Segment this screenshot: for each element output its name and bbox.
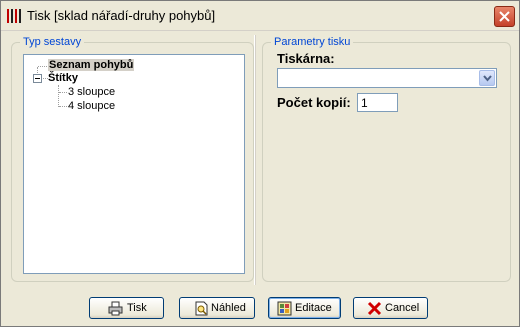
printer-label: Tiskárna: <box>277 51 335 66</box>
edit-button-label: Editace <box>295 302 332 314</box>
report-type-legend: Typ sestavy <box>20 36 85 48</box>
tree-item-4-sloupce[interactable]: 4 sloupce <box>68 100 115 112</box>
chevron-down-icon <box>483 75 492 82</box>
cancel-button-label: Cancel <box>385 302 420 314</box>
printer-select[interactable] <box>277 68 497 88</box>
close-icon <box>499 11 510 22</box>
tree-connector <box>59 106 67 107</box>
report-type-tree[interactable]: Seznam pohybů Štítky 3 sloupce 4 sloupce <box>23 54 245 274</box>
print-button-label: Tisk <box>127 302 147 314</box>
edit-button[interactable]: Editace <box>268 297 341 319</box>
tree-item-seznam-pohybu[interactable]: Seznam pohybů <box>48 59 135 71</box>
print-dialog: Tisk [sklad nářadí-druhy pohybů] Typ ses… <box>0 0 520 327</box>
edit-icon <box>277 301 292 316</box>
copies-input[interactable]: 1 <box>357 93 398 112</box>
print-params-legend: Parametry tisku <box>271 36 354 48</box>
title-bar: Tisk [sklad nářadí-druhy pohybů] <box>1 1 519 31</box>
window-title: Tisk [sklad nářadí-druhy pohybů] <box>27 8 216 23</box>
tree-item-3-sloupce[interactable]: 3 sloupce <box>68 86 115 98</box>
panel-divider <box>254 35 256 285</box>
printer-dropdown-button[interactable] <box>479 70 495 86</box>
close-button[interactable] <box>494 6 515 27</box>
tree-connector <box>37 67 38 73</box>
print-button[interactable]: Tisk <box>89 297 164 319</box>
copies-label: Počet kopií: <box>277 95 351 110</box>
tree-connector <box>59 92 67 93</box>
tree-connector <box>58 85 59 107</box>
tree-collapse-toggle[interactable] <box>33 74 42 83</box>
preview-button-label: Náhled <box>211 302 246 314</box>
tree-item-stitky[interactable]: Štítky <box>48 72 78 84</box>
preview-button[interactable]: Náhled <box>179 297 255 319</box>
printer-icon <box>108 301 123 316</box>
cancel-icon <box>367 301 382 316</box>
cancel-button[interactable]: Cancel <box>353 297 428 319</box>
preview-icon <box>195 301 208 316</box>
report-icon <box>7 9 23 23</box>
tree-connector <box>38 66 47 67</box>
